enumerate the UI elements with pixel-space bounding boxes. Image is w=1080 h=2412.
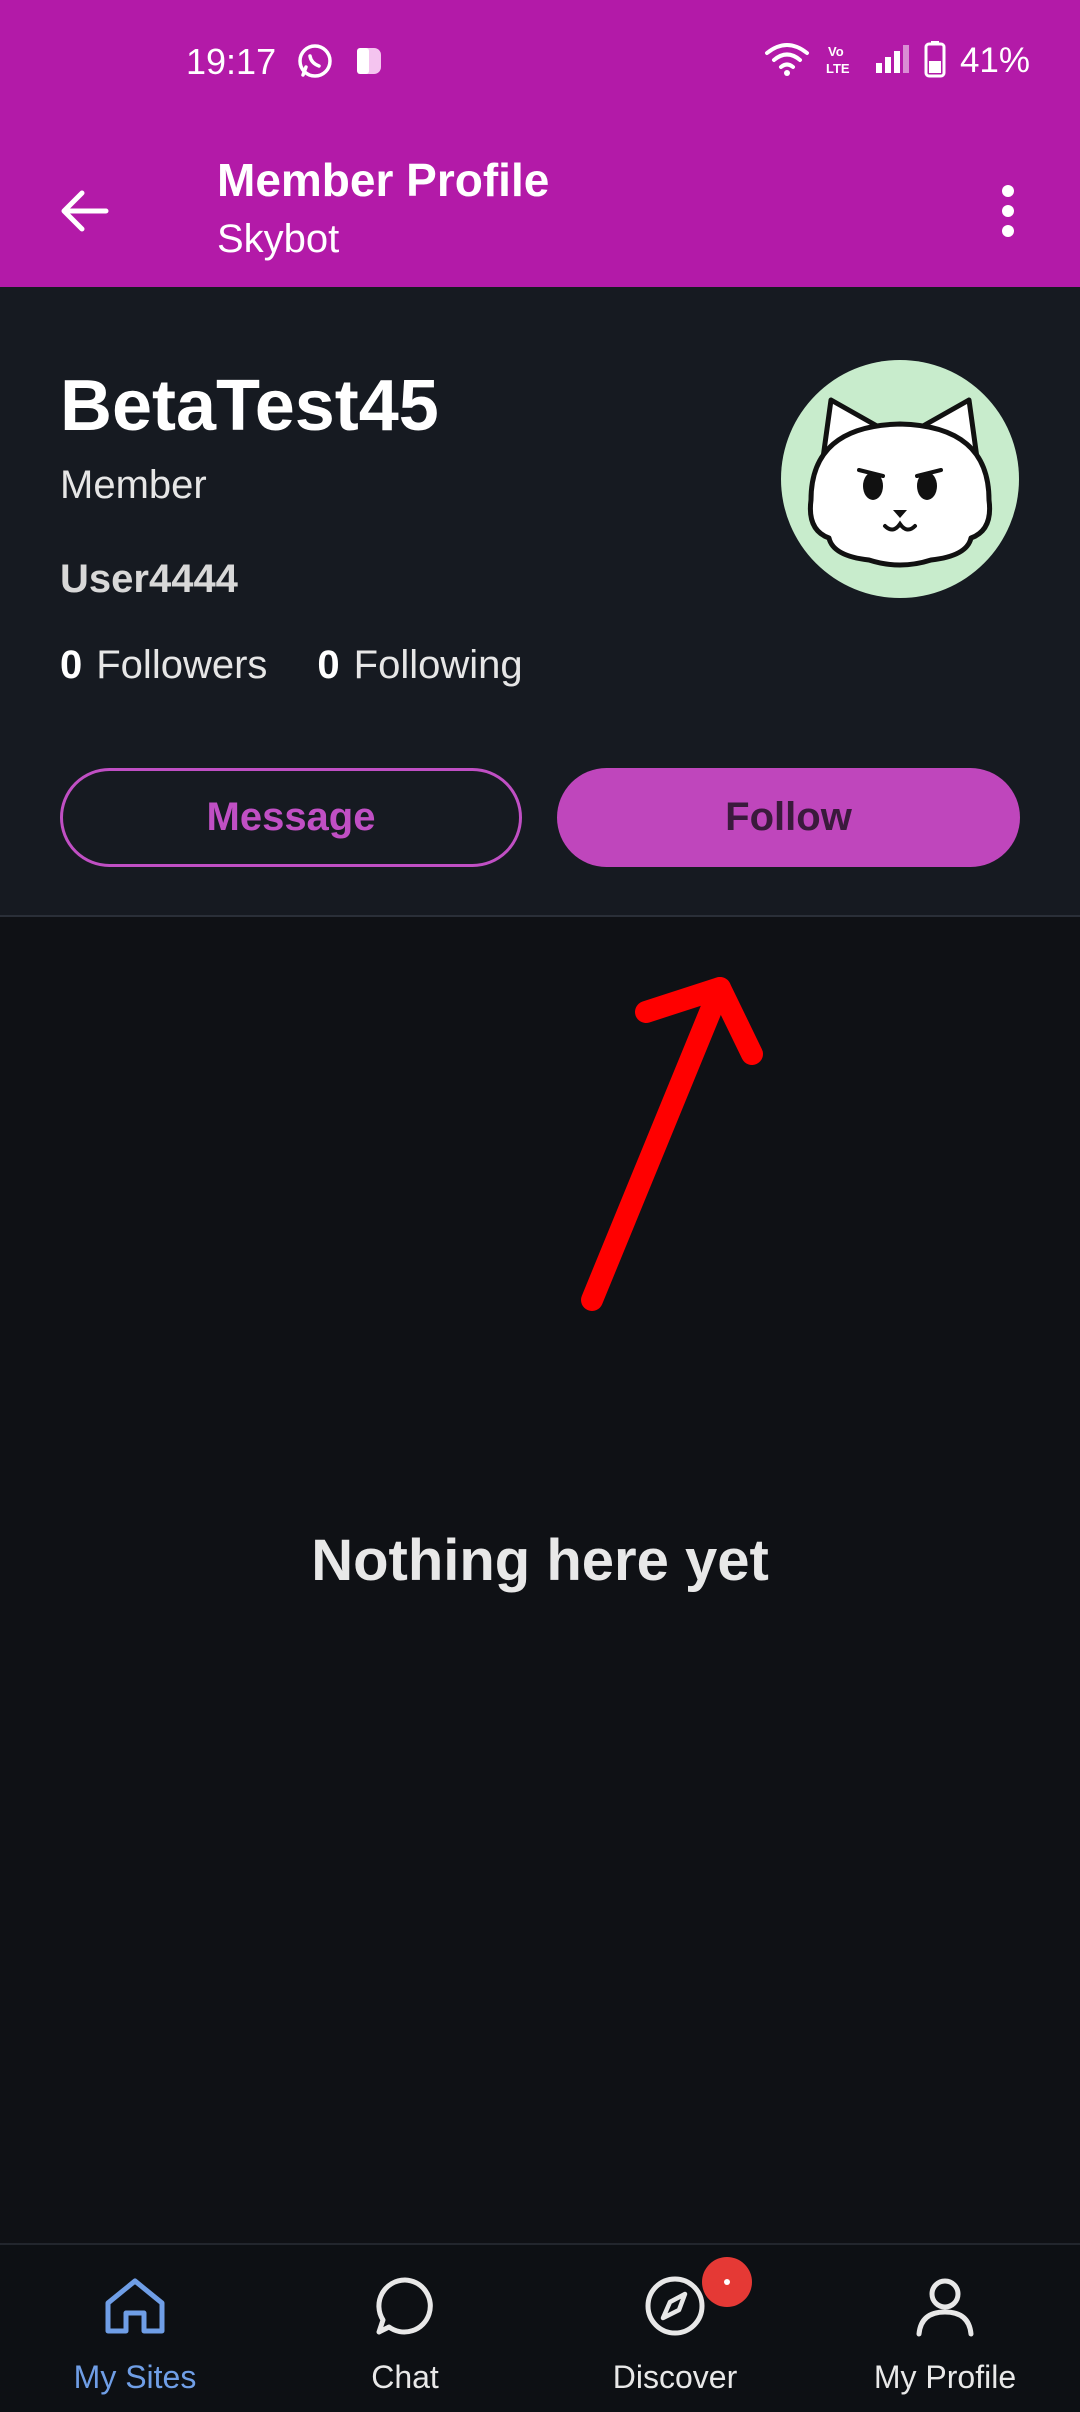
notification-badge [702, 2257, 752, 2307]
nav-label-my-sites: My Sites [73, 2359, 197, 2395]
arrow-left-icon [61, 190, 109, 232]
empty-state-text: Nothing here yet [311, 1528, 769, 1593]
app-notification-icon [350, 42, 388, 80]
status-system-icons: Vo LTE 41% [764, 36, 1030, 86]
nav-discover[interactable]: Discover [540, 2245, 810, 2412]
home-icon [100, 2271, 170, 2341]
compass-icon [640, 2271, 710, 2341]
top-bar: 19:17 Vo LTE 41% Member Profile Skybot [0, 0, 1080, 287]
follow-button[interactable]: Follow [557, 768, 1020, 867]
person-icon [910, 2271, 980, 2341]
nav-label-discover: Discover [612, 2359, 738, 2395]
member-role: Member [60, 463, 207, 507]
annotation-arrow-icon [581, 977, 763, 1311]
nav-my-profile[interactable]: My Profile [810, 2245, 1080, 2412]
volte-icon: Vo LTE [824, 41, 860, 82]
wifi-icon [764, 41, 810, 82]
following-count: 0 [317, 643, 340, 687]
back-button[interactable] [44, 171, 124, 251]
following-stat[interactable]: 0 Following [317, 643, 522, 688]
svg-text:Vo: Vo [828, 44, 844, 59]
more-options-button[interactable] [980, 171, 1036, 251]
followers-count: 0 [60, 643, 83, 687]
svg-text:LTE: LTE [826, 61, 850, 76]
page-title: Member Profile [217, 154, 550, 206]
battery-percent: 41% [959, 41, 1030, 80]
followers-label: Followers [96, 643, 268, 687]
following-label: Following [353, 643, 523, 687]
app-bar: Member Profile Skybot [0, 125, 1080, 287]
more-vertical-icon [1002, 185, 1014, 237]
profile-header: BetaTest45 Member User4444 0 Followers 0F… [0, 287, 1080, 917]
whatsapp-icon [296, 42, 334, 80]
member-profile-screen: 19:17 Vo LTE 41% Member Profile Skybot B… [0, 0, 1080, 2412]
badge-dot [724, 2279, 730, 2285]
nav-label-chat: Chat [371, 2359, 439, 2395]
signal-icon [874, 43, 910, 80]
message-button[interactable]: Message [60, 768, 522, 867]
battery-icon [924, 40, 946, 83]
display-name: BetaTest45 [60, 366, 439, 446]
nav-label-my-profile: My Profile [873, 2359, 1017, 2395]
followers-stat[interactable]: 0 Followers [60, 643, 267, 688]
status-bar: 19:17 Vo LTE 41% [0, 0, 1080, 125]
status-time: 19:17 [186, 41, 277, 82]
username: User4444 [60, 557, 238, 601]
cat-avatar-icon [807, 397, 993, 568]
bottom-navigation: My Sites Chat Discover My Profile [0, 2243, 1080, 2412]
nav-chat[interactable]: Chat [270, 2245, 540, 2412]
nav-my-sites[interactable]: My Sites [0, 2245, 270, 2412]
page-subtitle: Skybot [217, 217, 340, 261]
chat-bubble-icon [370, 2271, 440, 2341]
follow-stats: 0 Followers 0 Following [60, 643, 523, 688]
avatar [781, 360, 1019, 598]
